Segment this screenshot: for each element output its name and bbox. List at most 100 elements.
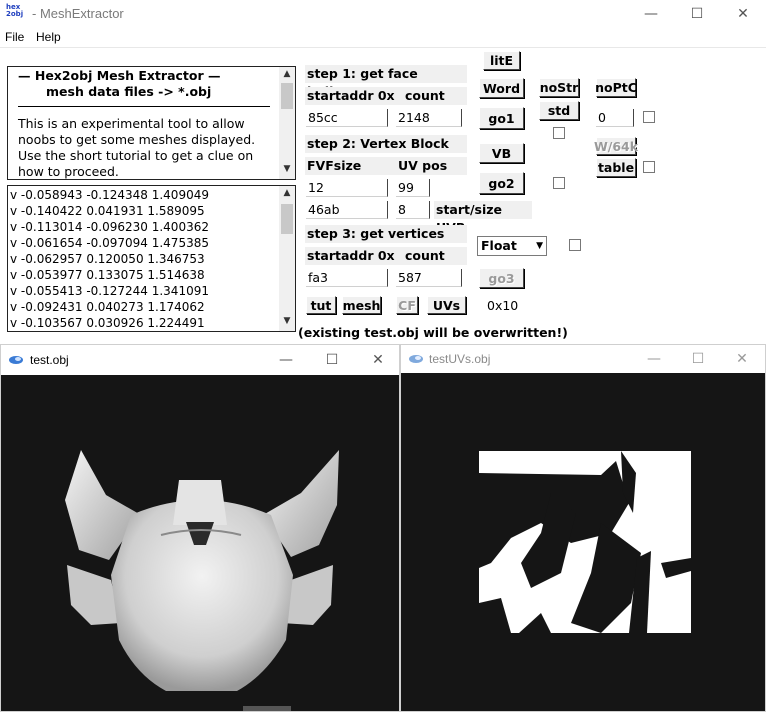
info-panel: — Hex2obj Mesh Extractor — mesh data fil… xyxy=(7,66,296,180)
info-divider xyxy=(18,106,270,107)
format-checkbox[interactable] xyxy=(569,239,581,251)
scroll-thumb[interactable] xyxy=(281,83,293,109)
menu-file[interactable]: File xyxy=(5,30,24,44)
info-line-4: how to proceed. xyxy=(18,164,119,179)
go2-checkbox[interactable] xyxy=(553,177,565,189)
info-heading: — Hex2obj Mesh Extractor — xyxy=(18,68,221,83)
mesh-maximize-button[interactable]: ☐ xyxy=(309,345,355,375)
mesh-render xyxy=(65,450,339,691)
fvf-label: FVFsize xyxy=(307,158,362,173)
info-scrollbar[interactable]: ▲ ▼ xyxy=(279,67,295,179)
uv-viewport[interactable] xyxy=(401,373,765,711)
std-button[interactable]: std xyxy=(539,101,579,120)
info-line-1: This is an experimental tool to allow xyxy=(18,116,245,131)
list-item: v -0.113014 -0.096230 1.400362 xyxy=(10,220,209,234)
scroll-down-icon[interactable]: ▼ xyxy=(279,164,295,174)
step3-addr-label: startaddr 0x xyxy=(307,248,395,263)
list-item: v -0.058943 -0.124348 1.409049 xyxy=(10,188,209,202)
uvb-label: start/size UVB xyxy=(434,201,532,235)
mesh-scrollbar[interactable] xyxy=(243,706,291,711)
list-item: v -0.062957 0.120050 1.346753 xyxy=(10,252,205,266)
step2-label: step 2: Vertex Block xyxy=(305,135,467,153)
vb-button[interactable]: VB xyxy=(479,143,524,163)
mesh-window-title: test.obj xyxy=(30,353,69,367)
list-item: v -0.061654 -0.097094 1.475385 xyxy=(10,236,209,250)
uv-window-titlebar: testUVs.obj — ☐ ✕ xyxy=(401,345,765,373)
lite-button[interactable]: litE xyxy=(483,51,520,70)
mesh-close-button[interactable]: ✕ xyxy=(355,345,401,375)
cf-button[interactable]: CF xyxy=(396,296,418,314)
mesh-window: test.obj — ☐ ✕ xyxy=(0,344,400,712)
uvb-start-input[interactable]: 46ab xyxy=(306,201,388,219)
menu-help[interactable]: Help xyxy=(36,30,61,44)
vertex-list[interactable]: v -0.058943 -0.124348 1.409049 v -0.1404… xyxy=(7,185,296,332)
step3-count-label: count xyxy=(405,248,445,263)
info-subheading: mesh data files -> *.obj xyxy=(46,84,212,99)
step1-count-label: count xyxy=(405,88,445,103)
uv-maximize-button[interactable]: ☐ xyxy=(675,345,721,373)
info-line-3: Use the short tutorial to get a clue on xyxy=(18,148,254,163)
step1-addr-input[interactable]: 85cc xyxy=(306,109,388,127)
overwrite-warning: (existing test.obj will be overwritten!) xyxy=(298,325,568,340)
format-select[interactable]: Float ▼ xyxy=(477,236,547,256)
chevron-down-icon: ▼ xyxy=(536,241,543,251)
fvf-size-input[interactable]: 12 xyxy=(306,179,388,197)
uv-window-icon xyxy=(409,355,423,363)
maximize-button[interactable]: ☐ xyxy=(674,0,720,28)
uv-close-button[interactable]: ✕ xyxy=(719,345,765,373)
uv-window: testUVs.obj — ☐ ✕ xyxy=(400,344,766,712)
uvs-button[interactable]: UVs xyxy=(427,296,466,314)
scroll-thumb[interactable] xyxy=(281,204,293,234)
close-button[interactable]: ✕ xyxy=(720,0,766,28)
uv-window-title: testUVs.obj xyxy=(429,352,491,366)
go2-button[interactable]: go2 xyxy=(479,172,524,194)
step3-count-input[interactable]: 587 xyxy=(396,269,462,287)
scroll-up-icon[interactable]: ▲ xyxy=(279,188,295,198)
uv-render xyxy=(479,451,691,633)
menu-bar: File Help xyxy=(0,28,766,48)
step1-addr-label: startaddr 0x xyxy=(307,88,395,103)
stride-text: 0x10 xyxy=(487,298,519,313)
go3-button[interactable]: go3 xyxy=(479,268,524,288)
window-title: - MeshExtractor xyxy=(32,6,124,21)
step3-addr-input[interactable]: fa3 xyxy=(306,269,388,287)
small-value-checkbox[interactable] xyxy=(643,111,655,123)
step1-count-input[interactable]: 2148 xyxy=(396,109,462,127)
mesh-viewport[interactable] xyxy=(1,375,399,711)
step3-label: step 3: get vertices xyxy=(305,225,467,243)
scroll-up-icon[interactable]: ▲ xyxy=(279,69,295,79)
scroll-down-icon[interactable]: ▼ xyxy=(279,316,295,326)
step1-label: step 1: get face indices xyxy=(305,65,467,99)
list-item: v -0.140422 0.041931 1.589095 xyxy=(10,204,205,218)
title-bar: hex 2obj - MeshExtractor — ☐ ✕ xyxy=(0,0,766,28)
list-item: v -0.092431 0.040273 1.174062 xyxy=(10,300,205,314)
mesh-minimize-button[interactable]: — xyxy=(263,345,309,375)
noptc-button[interactable]: noPtC xyxy=(595,78,637,97)
std-checkbox[interactable] xyxy=(553,127,565,139)
tut-button[interactable]: tut xyxy=(306,296,336,314)
uv-pos-input[interactable]: 99 xyxy=(396,179,430,197)
small-value-input[interactable]: 0 xyxy=(596,109,634,127)
word-button[interactable]: Word xyxy=(479,78,524,98)
format-select-value: Float xyxy=(481,238,517,253)
minimize-button[interactable]: — xyxy=(628,0,674,28)
uv-minimize-button[interactable]: — xyxy=(631,345,677,373)
mesh-button[interactable]: mesh xyxy=(342,296,381,314)
w64k-button[interactable]: W/64k xyxy=(594,137,638,155)
uv-pos-label: UV pos xyxy=(398,158,448,173)
table-button[interactable]: table xyxy=(596,158,636,177)
step3-header: startaddr 0x count xyxy=(305,247,467,265)
nostr-button[interactable]: noStr xyxy=(539,78,579,97)
uvb-size-input[interactable]: 8 xyxy=(396,201,430,219)
list-item: v -0.055413 -0.127244 1.341091 xyxy=(10,284,209,298)
app-logo-icon: hex 2obj xyxy=(6,3,24,18)
go1-button[interactable]: go1 xyxy=(479,107,524,129)
table-checkbox[interactable] xyxy=(643,161,655,173)
step2-header: FVFsize UV pos xyxy=(305,157,467,175)
mesh-window-titlebar: test.obj — ☐ ✕ xyxy=(1,345,399,375)
list-item: v -0.053977 0.133075 1.514638 xyxy=(10,268,205,282)
vertex-scrollbar[interactable]: ▲ ▼ xyxy=(279,186,295,331)
step1-header: startaddr 0x count xyxy=(305,87,467,105)
info-line-2: noobs to get some meshes displayed. xyxy=(18,132,256,147)
mesh-window-icon xyxy=(9,356,23,364)
